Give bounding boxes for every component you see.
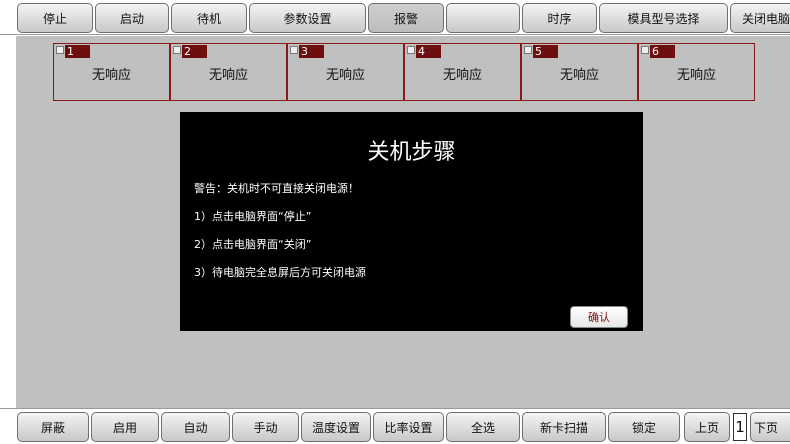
dialog-title: 关机步骤 <box>367 140 456 165</box>
channel-number: 3 <box>299 45 324 58</box>
enable-button[interactable]: 启用 <box>91 412 159 442</box>
channel-number: 2 <box>182 45 207 58</box>
channel-checkbox[interactable] <box>56 46 64 54</box>
ratio-settings-button[interactable]: 比率设置 <box>373 412 444 442</box>
confirm-button[interactable]: 确认 <box>570 306 628 328</box>
dialog-step-2: 2）点击电脑界面“关闭” <box>194 238 312 251</box>
dialog-warning-text: 警告：关机时不可直接关闭电源！ <box>194 182 359 195</box>
mold-model-select-button[interactable]: 模具型号选择 <box>599 3 728 33</box>
dialog-step-3: 3）待电脑完全息屏后方可关闭电源 <box>194 266 366 279</box>
lock-button[interactable]: 锁定 <box>608 412 680 442</box>
stop-button[interactable]: 停止 <box>17 3 93 33</box>
channel-checkbox[interactable] <box>173 46 181 54</box>
mask-button[interactable]: 屏蔽 <box>17 412 89 442</box>
dialog-step-1: 1）点击电脑界面“停止” <box>194 210 312 223</box>
parameter-settings-button[interactable]: 参数设置 <box>249 3 366 33</box>
channel-tile[interactable]: 6 无响应 <box>638 43 755 101</box>
channel-status: 无响应 <box>325 68 365 83</box>
start-button[interactable]: 启动 <box>95 3 169 33</box>
channel-number: 1 <box>65 45 90 58</box>
channel-number: 5 <box>533 45 558 58</box>
bottom-toolbar: 屏蔽 启用 自动 手动 温度设置 比率设置 全选 新卡扫描 锁定 上页 1 下页 <box>0 408 790 444</box>
alarm-button[interactable]: 报警 <box>368 3 444 33</box>
auto-button[interactable]: 自动 <box>161 412 230 442</box>
select-all-button[interactable]: 全选 <box>446 412 520 442</box>
manual-button[interactable]: 手动 <box>232 412 299 442</box>
new-card-scan-button[interactable]: 新卡扫描 <box>522 412 606 442</box>
channel-checkbox[interactable] <box>524 46 532 54</box>
shutdown-computer-button[interactable]: 关闭电脑 <box>730 3 790 33</box>
prev-page-button[interactable]: 上页 <box>684 412 730 442</box>
shutdown-steps-dialog: 关机步骤 警告：关机时不可直接关闭电源！ 1）点击电脑界面“停止” 2）点击电脑… <box>180 112 643 331</box>
channel-status: 无响应 <box>559 68 599 83</box>
channel-tile[interactable]: 3 无响应 <box>287 43 404 101</box>
channel-status: 无响应 <box>442 68 482 83</box>
channel-checkbox[interactable] <box>407 46 415 54</box>
channel-status: 无响应 <box>208 68 248 83</box>
channel-tile[interactable]: 2 无响应 <box>170 43 287 101</box>
channel-status: 无响应 <box>91 68 131 83</box>
channel-number: 4 <box>416 45 441 58</box>
temperature-settings-button[interactable]: 温度设置 <box>301 412 371 442</box>
channel-tile[interactable]: 1 无响应 <box>53 43 170 101</box>
channel-status: 无响应 <box>676 68 716 83</box>
next-page-button[interactable]: 下页 <box>750 412 790 442</box>
blank-button[interactable] <box>446 3 520 33</box>
channel-checkbox[interactable] <box>290 46 298 54</box>
timing-button[interactable]: 时序 <box>522 3 597 33</box>
channel-tile[interactable]: 5 无响应 <box>521 43 638 101</box>
channel-checkbox[interactable] <box>641 46 649 54</box>
page-number: 1 <box>733 413 747 441</box>
top-toolbar: 停止 启动 待机 参数设置 报警 时序 模具型号选择 关闭电脑 <box>0 0 790 35</box>
channel-number: 6 <box>650 45 675 58</box>
standby-button[interactable]: 待机 <box>171 3 247 33</box>
channel-tile[interactable]: 4 无响应 <box>404 43 521 101</box>
